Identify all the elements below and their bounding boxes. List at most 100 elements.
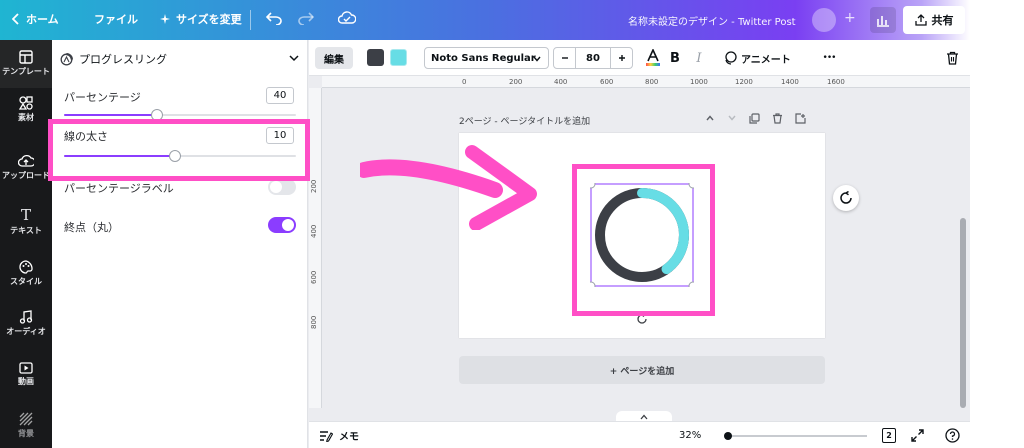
animate-button[interactable]: アニメート <box>723 47 791 69</box>
font-family-value: Noto Sans Regular <box>431 52 536 64</box>
rail-item-text[interactable]: T テキスト <box>0 208 52 236</box>
ruler-tick: 1200 <box>735 78 753 86</box>
percentage-label-toggle[interactable] <box>268 179 296 195</box>
bottom-bar: メモ 32% 2 <box>309 421 970 448</box>
style-icon <box>19 260 33 274</box>
ruler-tick: 1400 <box>781 78 799 86</box>
cloud-save-status[interactable] <box>338 11 356 25</box>
share-icon <box>914 14 927 26</box>
progress-ring-icon <box>60 52 73 65</box>
plus-icon <box>618 55 625 61</box>
undo-button[interactable] <box>266 11 282 25</box>
rail-label: テンプレート <box>2 67 50 76</box>
share-button[interactable]: 共有 <box>903 6 965 34</box>
fullscreen-icon[interactable] <box>911 429 924 442</box>
rail-item-audio[interactable]: オーディオ <box>0 310 52 337</box>
resize-button[interactable]: サイズを変更 <box>160 11 242 27</box>
progress-ring-panel: プログレスリング パーセンテージ 40 線の太さ 10 パーセンテージラベル 終… <box>52 40 308 448</box>
template-icon <box>19 50 33 64</box>
decrease-font-size-button[interactable] <box>554 48 576 68</box>
page-actions <box>705 113 806 124</box>
chevron-down-icon[interactable] <box>727 113 737 123</box>
page-title[interactable]: 2ページ - ページタイトルを追加 <box>459 114 590 127</box>
redo-icon <box>298 12 314 25</box>
notes-icon <box>320 430 333 442</box>
background-icon <box>19 412 33 426</box>
home-button[interactable]: ホーム <box>12 11 59 27</box>
toggle-knob <box>270 181 282 193</box>
scrollbar-thumb[interactable] <box>960 218 966 408</box>
insights-button[interactable] <box>870 7 896 33</box>
ruler-tick: 0 <box>462 78 467 86</box>
highlight-progress-ring <box>572 164 715 316</box>
chevron-down-icon <box>533 56 541 62</box>
text-color-icon <box>646 49 660 66</box>
ruler-tick: 1600 <box>827 78 845 86</box>
side-rail: テンプレート 素材 アップロード T テキスト スタイル オーディオ 動画 背景 <box>0 40 52 448</box>
annotation-arrow <box>360 145 537 230</box>
add-collaborator-button[interactable]: + <box>844 10 856 26</box>
chevron-up-icon[interactable] <box>705 113 715 123</box>
color-swatch-secondary[interactable] <box>390 49 407 66</box>
bold-button[interactable]: B <box>667 47 683 69</box>
rail-label: 動画 <box>18 377 34 386</box>
font-size-stepper[interactable]: 80 <box>553 47 633 69</box>
chevron-down-icon[interactable] <box>288 52 300 64</box>
minus-icon <box>561 57 568 59</box>
ruler-tick: 400 <box>310 224 318 238</box>
delete-page-icon[interactable] <box>772 113 783 124</box>
rail-item-templates[interactable]: テンプレート <box>0 40 52 88</box>
duplicate-page-icon[interactable] <box>749 113 760 124</box>
file-menu-button[interactable]: ファイル <box>94 11 138 27</box>
resize-label: サイズを変更 <box>176 13 242 26</box>
audio-icon <box>19 310 33 324</box>
delete-element-button[interactable] <box>943 47 961 69</box>
zoom-slider[interactable] <box>724 432 867 440</box>
color-swatch-primary[interactable] <box>367 49 384 66</box>
percentage-slider-fill <box>64 114 157 116</box>
vertical-scrollbar[interactable] <box>957 88 969 410</box>
ruler-tick: 400 <box>554 78 568 86</box>
percentage-slider[interactable] <box>64 109 296 121</box>
highlight-stroke-setting <box>48 119 310 181</box>
redo-button[interactable] <box>298 11 314 25</box>
font-size-value[interactable]: 80 <box>576 48 610 68</box>
avatar[interactable] <box>812 8 836 32</box>
add-page-icon[interactable] <box>795 113 806 124</box>
rail-item-uploads[interactable]: アップロード <box>0 154 52 181</box>
text-color-button[interactable] <box>643 47 663 69</box>
horizontal-ruler: 0 200 400 600 800 1000 1200 1400 1600 <box>322 76 970 88</box>
rail-label: オーディオ <box>6 327 46 336</box>
zoom-level[interactable]: 32% <box>679 430 701 441</box>
share-label: 共有 <box>931 14 954 27</box>
rail-item-background[interactable]: 背景 <box>0 412 52 439</box>
video-icon <box>19 362 33 374</box>
cloud-check-icon <box>338 11 356 24</box>
notes-label: メモ <box>339 432 359 443</box>
notes-button[interactable]: メモ <box>319 428 359 443</box>
panel-header[interactable]: プログレスリング <box>60 50 300 68</box>
file-label: ファイル <box>94 13 138 26</box>
italic-button[interactable]: I <box>691 47 707 69</box>
font-family-select[interactable]: Noto Sans Regular <box>424 47 549 69</box>
rail-item-styles[interactable]: スタイル <box>0 260 52 287</box>
page-count-button[interactable]: 2 <box>882 428 896 443</box>
zoom-slider-thumb[interactable] <box>724 432 732 440</box>
increase-font-size-button[interactable] <box>610 48 632 68</box>
add-page-button[interactable]: + ページを追加 <box>459 356 825 384</box>
rail-item-video[interactable]: 動画 <box>0 362 52 387</box>
edit-button[interactable]: 編集 <box>315 47 353 69</box>
vertical-ruler: 200 400 600 800 <box>309 88 322 408</box>
percentage-value-input[interactable]: 40 <box>266 87 294 104</box>
document-title[interactable]: 名称未設定のデザイン - Twitter Post <box>628 13 796 28</box>
round-ends-toggle[interactable] <box>268 217 296 233</box>
elements-icon <box>19 96 33 110</box>
refresh-button[interactable] <box>833 185 859 211</box>
animate-icon <box>725 51 737 65</box>
more-options-button[interactable]: ••• <box>819 47 839 69</box>
divider <box>250 10 251 30</box>
rail-label: スタイル <box>10 277 42 286</box>
rail-item-elements[interactable]: 素材 <box>0 96 52 123</box>
upload-icon <box>18 154 34 167</box>
help-icon[interactable] <box>945 428 960 443</box>
